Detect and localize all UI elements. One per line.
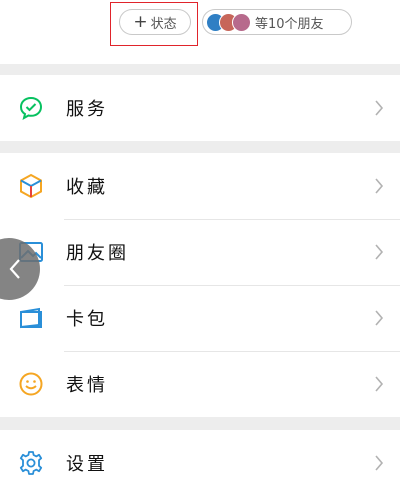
highlight-annotation-box (110, 2, 198, 46)
menu-item-services[interactable]: 服务 (0, 75, 400, 141)
gear-icon (18, 450, 44, 476)
smiley-icon (18, 371, 44, 397)
menu-label-stickers: 表情 (66, 375, 108, 396)
chevron-right-icon (375, 178, 384, 194)
profile-status-area: + 状态 等10个朋友 (0, 0, 400, 64)
chevron-right-icon (375, 244, 384, 260)
friend-avatar-3 (232, 12, 251, 32)
menu-item-cards[interactable]: 卡包 (0, 285, 400, 351)
settings-group: 设置 (0, 430, 400, 487)
menu-label-favorites: 收藏 (66, 177, 108, 198)
menu-label-moments: 朋友圈 (66, 243, 129, 264)
menu-item-moments[interactable]: 朋友圈 (0, 219, 400, 285)
wechat-pay-icon (18, 95, 44, 121)
features-group: 收藏 朋友圈 卡包 表情 (0, 153, 400, 417)
menu-label-services: 服务 (66, 99, 108, 120)
menu-label-cards: 卡包 (66, 309, 108, 330)
chevron-right-icon (375, 310, 384, 326)
chevron-left-icon (9, 259, 20, 279)
menu-item-settings[interactable]: 设置 (0, 430, 400, 487)
services-group: 服务 (0, 75, 400, 141)
friends-count-label: 等10个朋友 (255, 16, 324, 32)
chevron-right-icon (375, 455, 384, 471)
chevron-right-icon (375, 376, 384, 392)
menu-item-favorites[interactable]: 收藏 (0, 153, 400, 219)
chevron-right-icon (375, 100, 384, 116)
friends-status-chip[interactable]: 等10个朋友 (202, 9, 352, 35)
menu-item-stickers[interactable]: 表情 (0, 351, 400, 417)
cube-icon (18, 173, 44, 199)
menu-label-settings: 设置 (66, 454, 108, 475)
wallet-icon (18, 305, 44, 331)
me-page: + 状态 等10个朋友 服务 收藏 朋友圈 卡包 表情 设置 (0, 0, 400, 487)
